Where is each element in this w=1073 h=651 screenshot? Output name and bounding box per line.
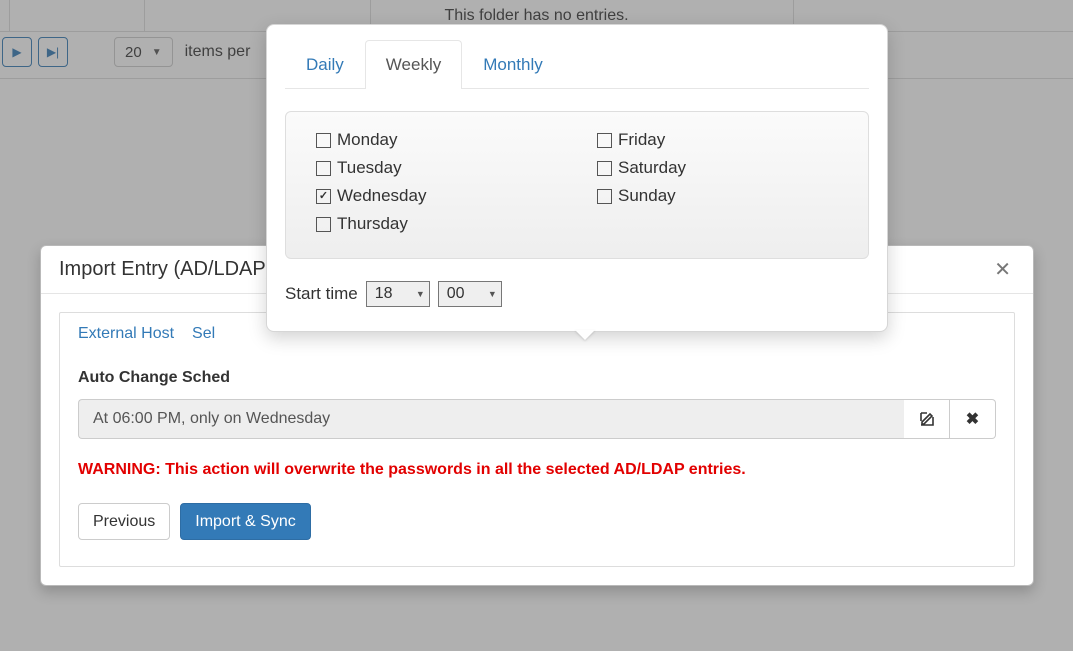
hour-value: 18 <box>375 285 393 303</box>
edit-icon <box>919 411 935 427</box>
schedule-text: At 06:00 PM, only on Wednesday <box>78 399 904 439</box>
day-monday[interactable]: Monday <box>316 130 557 150</box>
hour-select[interactable]: 18 ▼ <box>366 281 430 307</box>
chevron-down-icon: ▼ <box>488 289 497 299</box>
day-friday[interactable]: Friday <box>597 130 838 150</box>
schedule-summary: At 06:00 PM, only on Wednesday ✖ <box>78 399 996 439</box>
minute-select[interactable]: 00 ▼ <box>438 281 502 307</box>
day-label: Wednesday <box>337 186 426 206</box>
checkbox-icon <box>597 161 612 176</box>
weekday-selector: Monday Friday Tuesday Saturday Wednesday… <box>285 111 869 259</box>
modal-panel: External Host Sel Auto Change Sched At 0… <box>59 312 1015 567</box>
checkbox-icon <box>597 189 612 204</box>
checkbox-icon <box>316 189 331 204</box>
close-icon: ✖ <box>966 409 979 429</box>
day-wednesday[interactable]: Wednesday <box>316 186 557 206</box>
warning-text: WARNING: This action will overwrite the … <box>78 461 996 479</box>
minute-value: 00 <box>447 285 465 303</box>
day-thursday[interactable]: Thursday <box>316 214 557 234</box>
frequency-tabs: Daily Weekly Monthly <box>285 39 869 89</box>
checkbox-icon <box>316 217 331 232</box>
day-label: Monday <box>337 130 397 150</box>
checkbox-icon <box>316 161 331 176</box>
chevron-down-icon: ▼ <box>416 289 425 299</box>
tab-external-host[interactable]: External Host <box>78 325 174 355</box>
tab-monthly[interactable]: Monthly <box>462 40 564 89</box>
edit-schedule-button[interactable] <box>904 399 950 439</box>
day-label: Friday <box>618 130 665 150</box>
day-label: Sunday <box>618 186 676 206</box>
import-sync-button[interactable]: Import & Sync <box>180 503 310 540</box>
day-label: Saturday <box>618 158 686 178</box>
popover-arrow <box>575 330 595 340</box>
tab-select[interactable]: Sel <box>192 325 215 355</box>
clear-schedule-button[interactable]: ✖ <box>950 399 996 439</box>
day-sunday[interactable]: Sunday <box>597 186 838 206</box>
start-time-label: Start time <box>285 284 358 304</box>
schedule-popover: Daily Weekly Monthly Monday Friday Tuesd… <box>266 24 888 332</box>
checkbox-icon <box>597 133 612 148</box>
day-label: Thursday <box>337 214 408 234</box>
tab-daily[interactable]: Daily <box>285 40 365 89</box>
day-saturday[interactable]: Saturday <box>597 158 838 178</box>
checkbox-icon <box>316 133 331 148</box>
tab-weekly[interactable]: Weekly <box>365 40 462 89</box>
previous-button[interactable]: Previous <box>78 503 170 540</box>
schedule-section-title: Auto Change Sched <box>78 369 996 387</box>
modal-title: Import Entry (AD/LDAP) <box>59 258 272 281</box>
day-label: Tuesday <box>337 158 402 178</box>
day-tuesday[interactable]: Tuesday <box>316 158 557 178</box>
close-icon[interactable]: ✕ <box>990 260 1015 280</box>
